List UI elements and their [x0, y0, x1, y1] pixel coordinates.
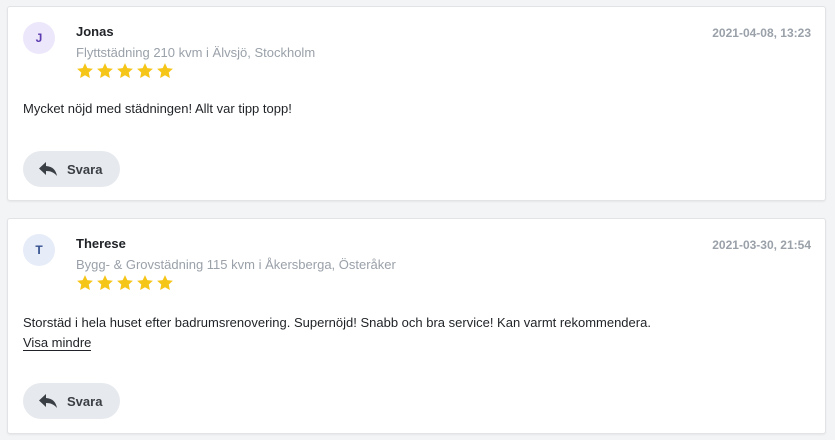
star-rating [76, 62, 174, 80]
star-icon [137, 275, 153, 290]
star-rating [76, 274, 174, 292]
review-card: T Therese Bygg- & Grovstädning 115 kvm i… [7, 218, 826, 434]
reply-button[interactable]: Svara [23, 383, 120, 419]
review-date: 2021-04-08, 13:23 [712, 26, 811, 40]
service-description: Flyttstädning 210 kvm i Älvsjö, Stockhol… [76, 45, 316, 60]
reviewer-name: Therese [76, 236, 126, 251]
review-date: 2021-03-30, 21:54 [712, 238, 811, 252]
star-icon [137, 63, 153, 78]
service-description: Bygg- & Grovstädning 115 kvm i Åkersberg… [76, 257, 396, 272]
avatar: J [23, 22, 55, 54]
reply-button[interactable]: Svara [23, 151, 120, 187]
star-icon [97, 63, 113, 78]
show-less-link[interactable]: Visa mindre [23, 335, 92, 351]
reply-button-label: Svara [67, 393, 103, 409]
reviewer-name: Jonas [76, 24, 114, 39]
review-card: J Jonas Flyttstädning 210 kvm i Älvsjö, … [7, 6, 826, 201]
reply-arrow-icon [39, 394, 57, 408]
star-icon [117, 63, 133, 78]
star-icon [77, 63, 93, 78]
review-text: Storstäd i hela huset efter badrumsrenov… [23, 315, 651, 330]
review-text: Mycket nöjd med städningen! Allt var tip… [23, 101, 292, 116]
reply-button-label: Svara [67, 161, 103, 177]
star-icon [157, 275, 173, 290]
reply-arrow-icon [39, 162, 57, 176]
star-icon [97, 275, 113, 290]
star-icon [77, 275, 93, 290]
avatar: T [23, 234, 55, 266]
star-icon [117, 275, 133, 290]
star-icon [157, 63, 173, 78]
